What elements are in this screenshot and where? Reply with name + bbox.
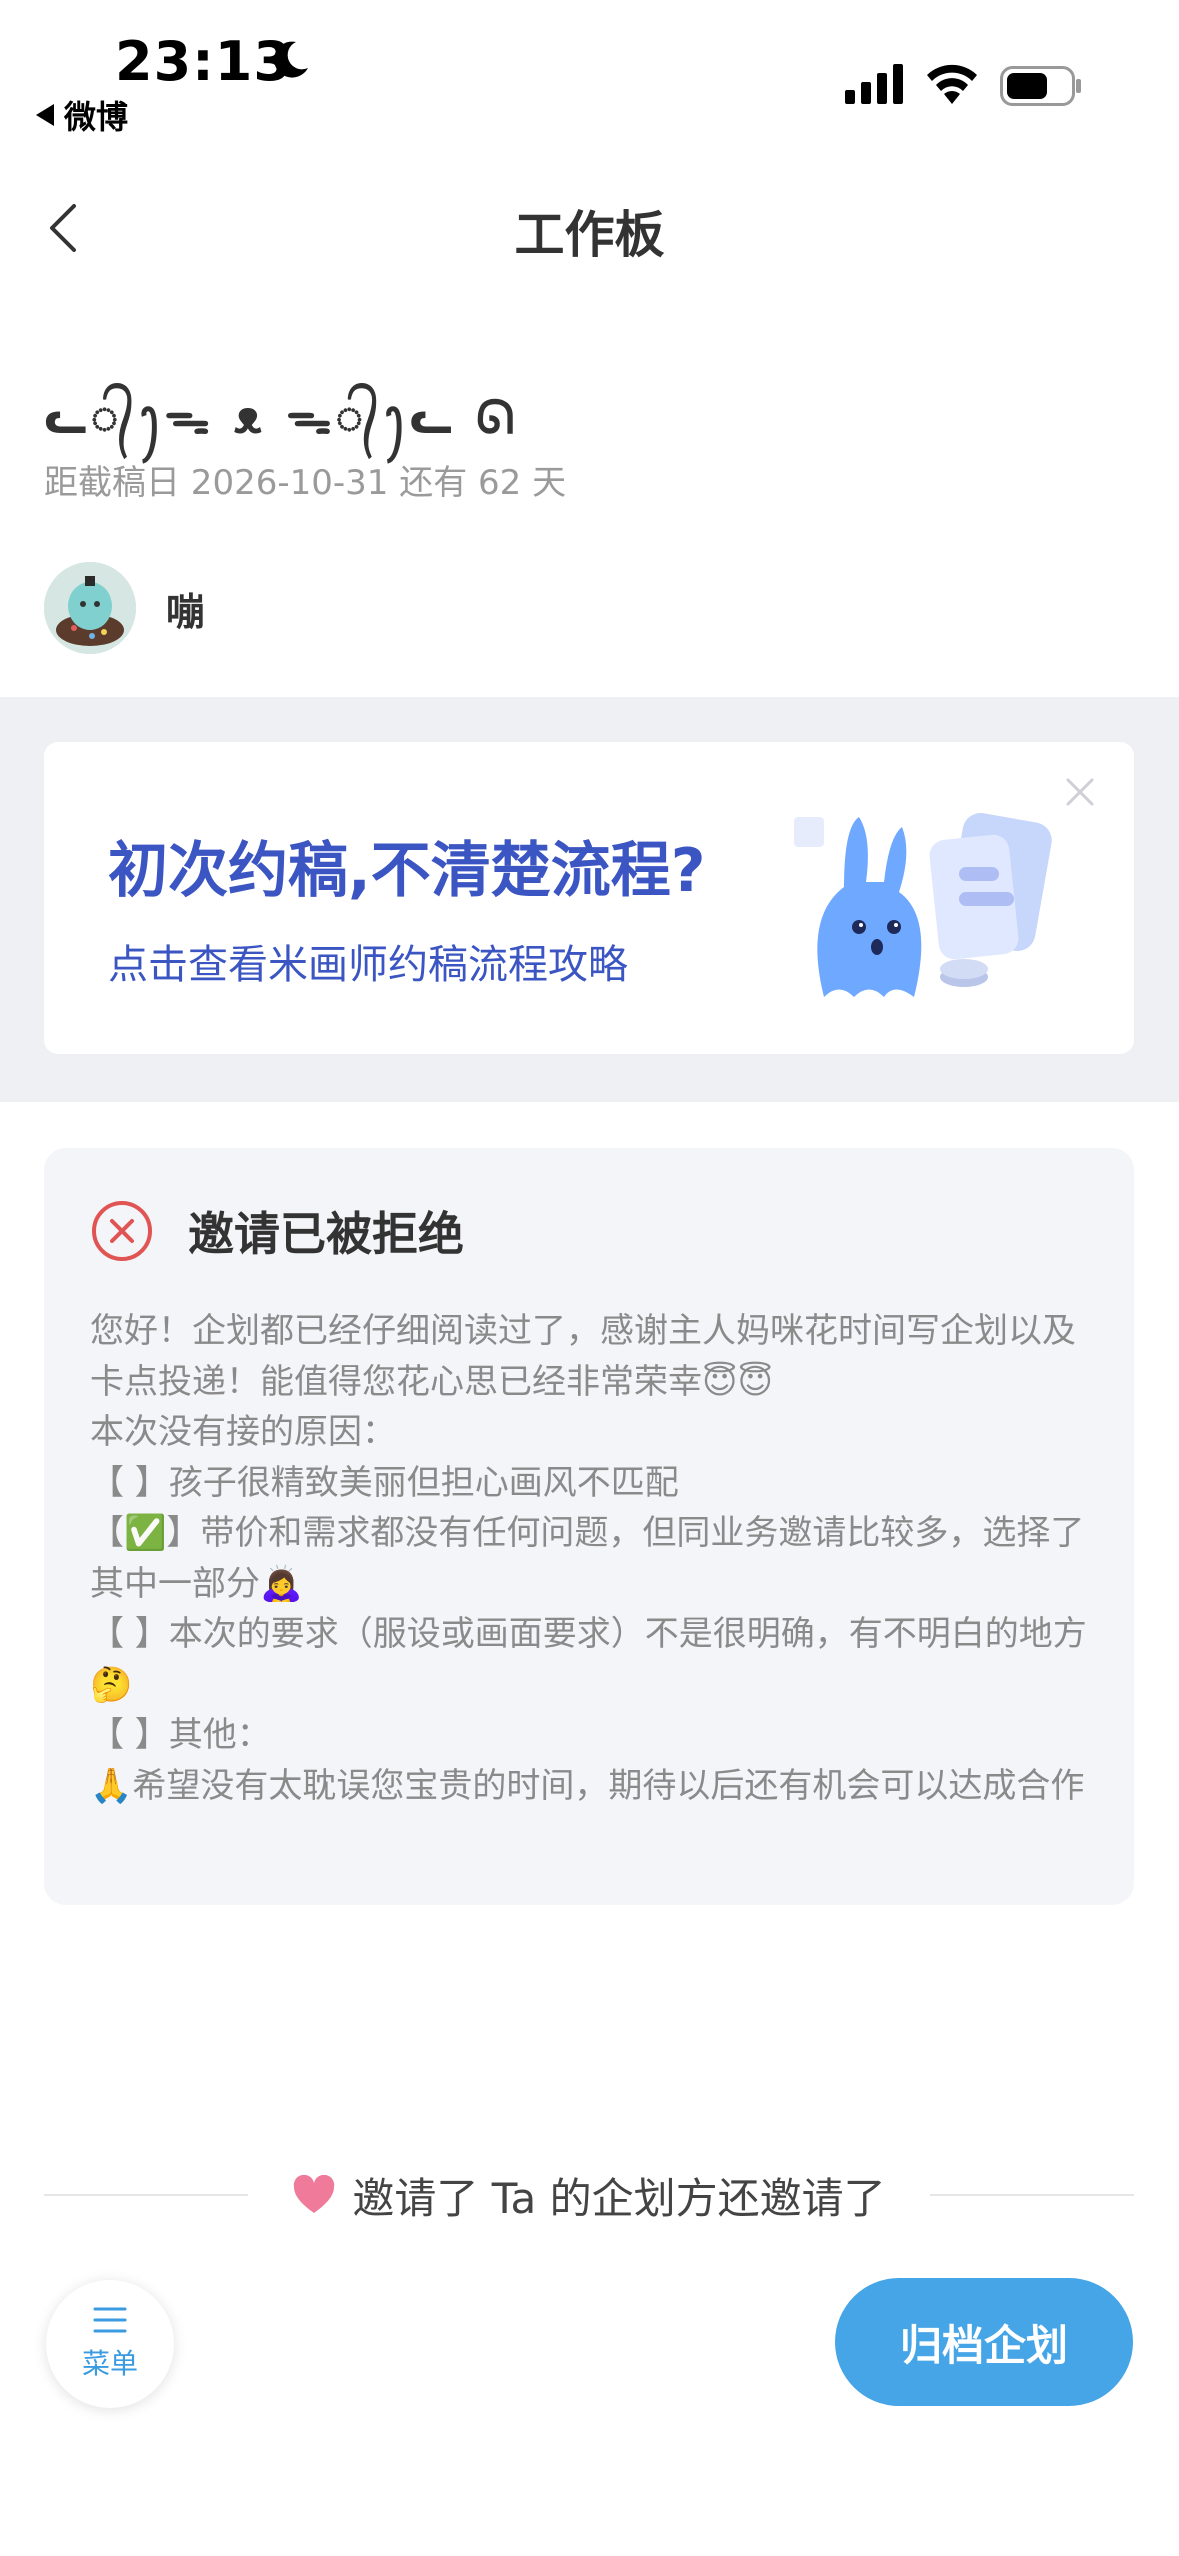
message-line: 【 】其他： [90,1715,271,1755]
menu-label: 菜单 [81,2347,138,2380]
message-line: 您好！企划都已经仔细阅读过了，感谢主人妈咪花时间写企划以及卡点投递！能值得您花心… [90,1311,1076,1402]
divider-text: 邀请了 Ta 的企划方还邀请了 [352,2173,886,2223]
menu-button[interactable]: 菜单 [46,2280,174,2408]
banner-section: 初次约稿,不清楚流程? 点击查看米画师约稿流程攻略 [0,697,1179,1102]
user-row[interactable]: 嘣 [44,562,204,654]
guide-banner[interactable]: 初次约稿,不清楚流程? 点击查看米画师约稿流程攻略 [44,742,1134,1054]
user-name: 嘣 [166,589,205,634]
rejection-title: 邀请已被拒绝 [188,1207,464,1261]
back-triangle-icon [36,104,54,126]
page-title: 工作板 [514,206,665,264]
message-line: 【 】本次的要求（服设或画面要求）不是很明确，有不明白的地方🤔 [90,1614,1087,1705]
status-time: 23:13 [115,30,292,93]
rejection-header: 邀请已被拒绝 [90,1198,464,1264]
status-bar: 23:13 微博 [0,0,1179,140]
heart-icon [294,2175,335,2213]
signal-icon [845,64,903,104]
banner-title: 初次约稿,不清楚流程? [108,836,706,906]
back-to-app-button[interactable]: 微博 [36,92,128,138]
battery-icon [1000,66,1081,106]
archive-project-button[interactable]: 归档企划 [835,2278,1133,2406]
banner-subtitle[interactable]: 点击查看米画师约稿流程攻略 [108,932,628,990]
section-divider: 邀请了 Ta 的企划方还邀请了 [44,2160,1134,2230]
avatar-image [44,562,136,654]
rejection-card: 邀请已被拒绝 您好！企划都已经仔细阅读过了，感谢主人妈咪花时间写企划以及卡点投递… [44,1148,1134,1905]
back-app-label: 微博 [64,98,129,136]
deadline-text: 距截稿日 2026-10-31 还有 62 天 [44,463,567,503]
wifi-icon [927,64,977,104]
divider-line [44,2194,249,2196]
message-line: 【✅】带价和需求都没有任何问题，但同业务邀请比较多，选择了其中一部分🙇‍♀️ [90,1513,1085,1604]
menu-icon [93,2307,127,2333]
avatar[interactable] [44,562,136,654]
rejection-message: 您好！企划都已经仔细阅读过了，感谢主人妈咪花时间写企划以及卡点投递！能值得您花心… [90,1306,1100,1811]
message-line: 🙏希望没有太耽误您宝贵的时间，期待以后还有机会可以达成合作 [90,1765,1085,1806]
mascot-illustration [794,813,1052,997]
message-line: 【 】孩子很精致美丽但担心画风不匹配 [90,1462,679,1503]
divider-line [929,2194,1134,2196]
message-line: 本次没有接的原因： [90,1412,396,1452]
reject-x-circle-icon [92,1201,152,1261]
divider-label: 邀请了 Ta 的企划方还邀请了 [248,2165,929,2226]
moon-icon [274,41,308,78]
